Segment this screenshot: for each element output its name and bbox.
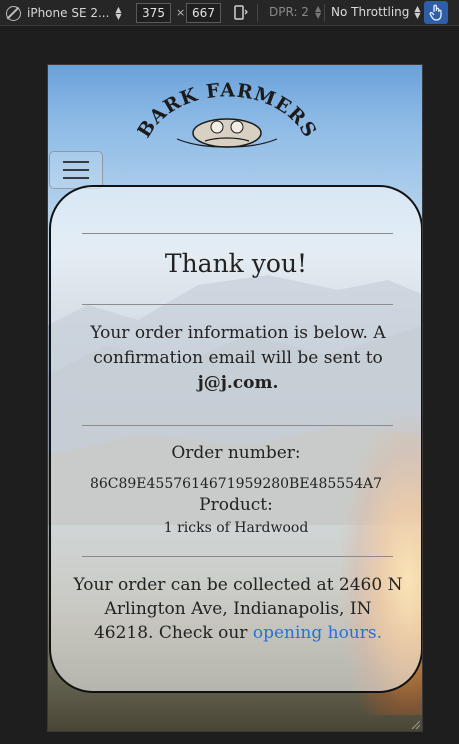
resize-handle-icon[interactable] [410, 719, 420, 729]
opening-hours-link[interactable]: opening hours. [253, 623, 382, 643]
customer-email: j@j.com. [197, 373, 279, 393]
bark-farmers-logo[interactable]: BARK FARMERS [137, 75, 317, 151]
confirmation-message: Your order information is below. A confi… [90, 323, 386, 368]
toolbar-divider [324, 4, 325, 22]
device-select[interactable]: iPhone SE 2... ▲ ▼ [6, 3, 122, 23]
devtools-device-toolbar: iPhone SE 2... ▲ ▼ 375 × 667 DPR: 2 ▲ ▼ No… [0, 0, 459, 26]
order-confirmation-card: Thank you! Your order information is bel… [49, 185, 422, 693]
page-title: Thank you! [164, 249, 308, 278]
chevron-updown-icon: ▲ ▼ [314, 4, 322, 20]
order-info-text: Your order information is below. A confi… [81, 321, 395, 396]
hamburger-icon [63, 161, 89, 163]
order-number-label: Order number: [171, 443, 301, 463]
throttling-select[interactable]: No Throttling ▲ ▼ [331, 4, 421, 20]
device-icon [6, 5, 21, 21]
dimension-separator: × [176, 6, 186, 19]
dpr-select[interactable]: DPR: 2 ▲ ▼ [269, 4, 322, 20]
order-number-value: 86C89E4557614671959280BE485554A7 [89, 476, 383, 492]
toolbar-divider [257, 4, 258, 22]
product-label: Product: [199, 495, 273, 515]
chevron-updown-icon: ▲ ▼ [115, 5, 122, 21]
divider [82, 233, 393, 234]
divider [82, 556, 393, 557]
divider [82, 304, 393, 305]
device-viewport: BARK FARMERS Thank you! Your order infor… [47, 64, 423, 732]
device-name: iPhone SE 2... [27, 6, 110, 20]
rotate-icon[interactable] [231, 4, 249, 22]
product-value: 1 ricks of Hardwood [163, 520, 309, 536]
width-input[interactable]: 375 [136, 3, 171, 23]
menu-toggle-button[interactable] [49, 151, 103, 189]
chevron-updown-icon: ▲ ▼ [414, 4, 421, 20]
touch-toggle-button[interactable] [424, 1, 448, 24]
throttling-label: No Throttling [331, 5, 410, 19]
height-input[interactable]: 667 [186, 3, 221, 23]
collection-info: Your order can be collected at 2460 N Ar… [73, 573, 403, 645]
divider [82, 425, 393, 426]
touch-hand-icon [429, 4, 442, 21]
dpr-label: DPR: 2 [269, 5, 309, 19]
